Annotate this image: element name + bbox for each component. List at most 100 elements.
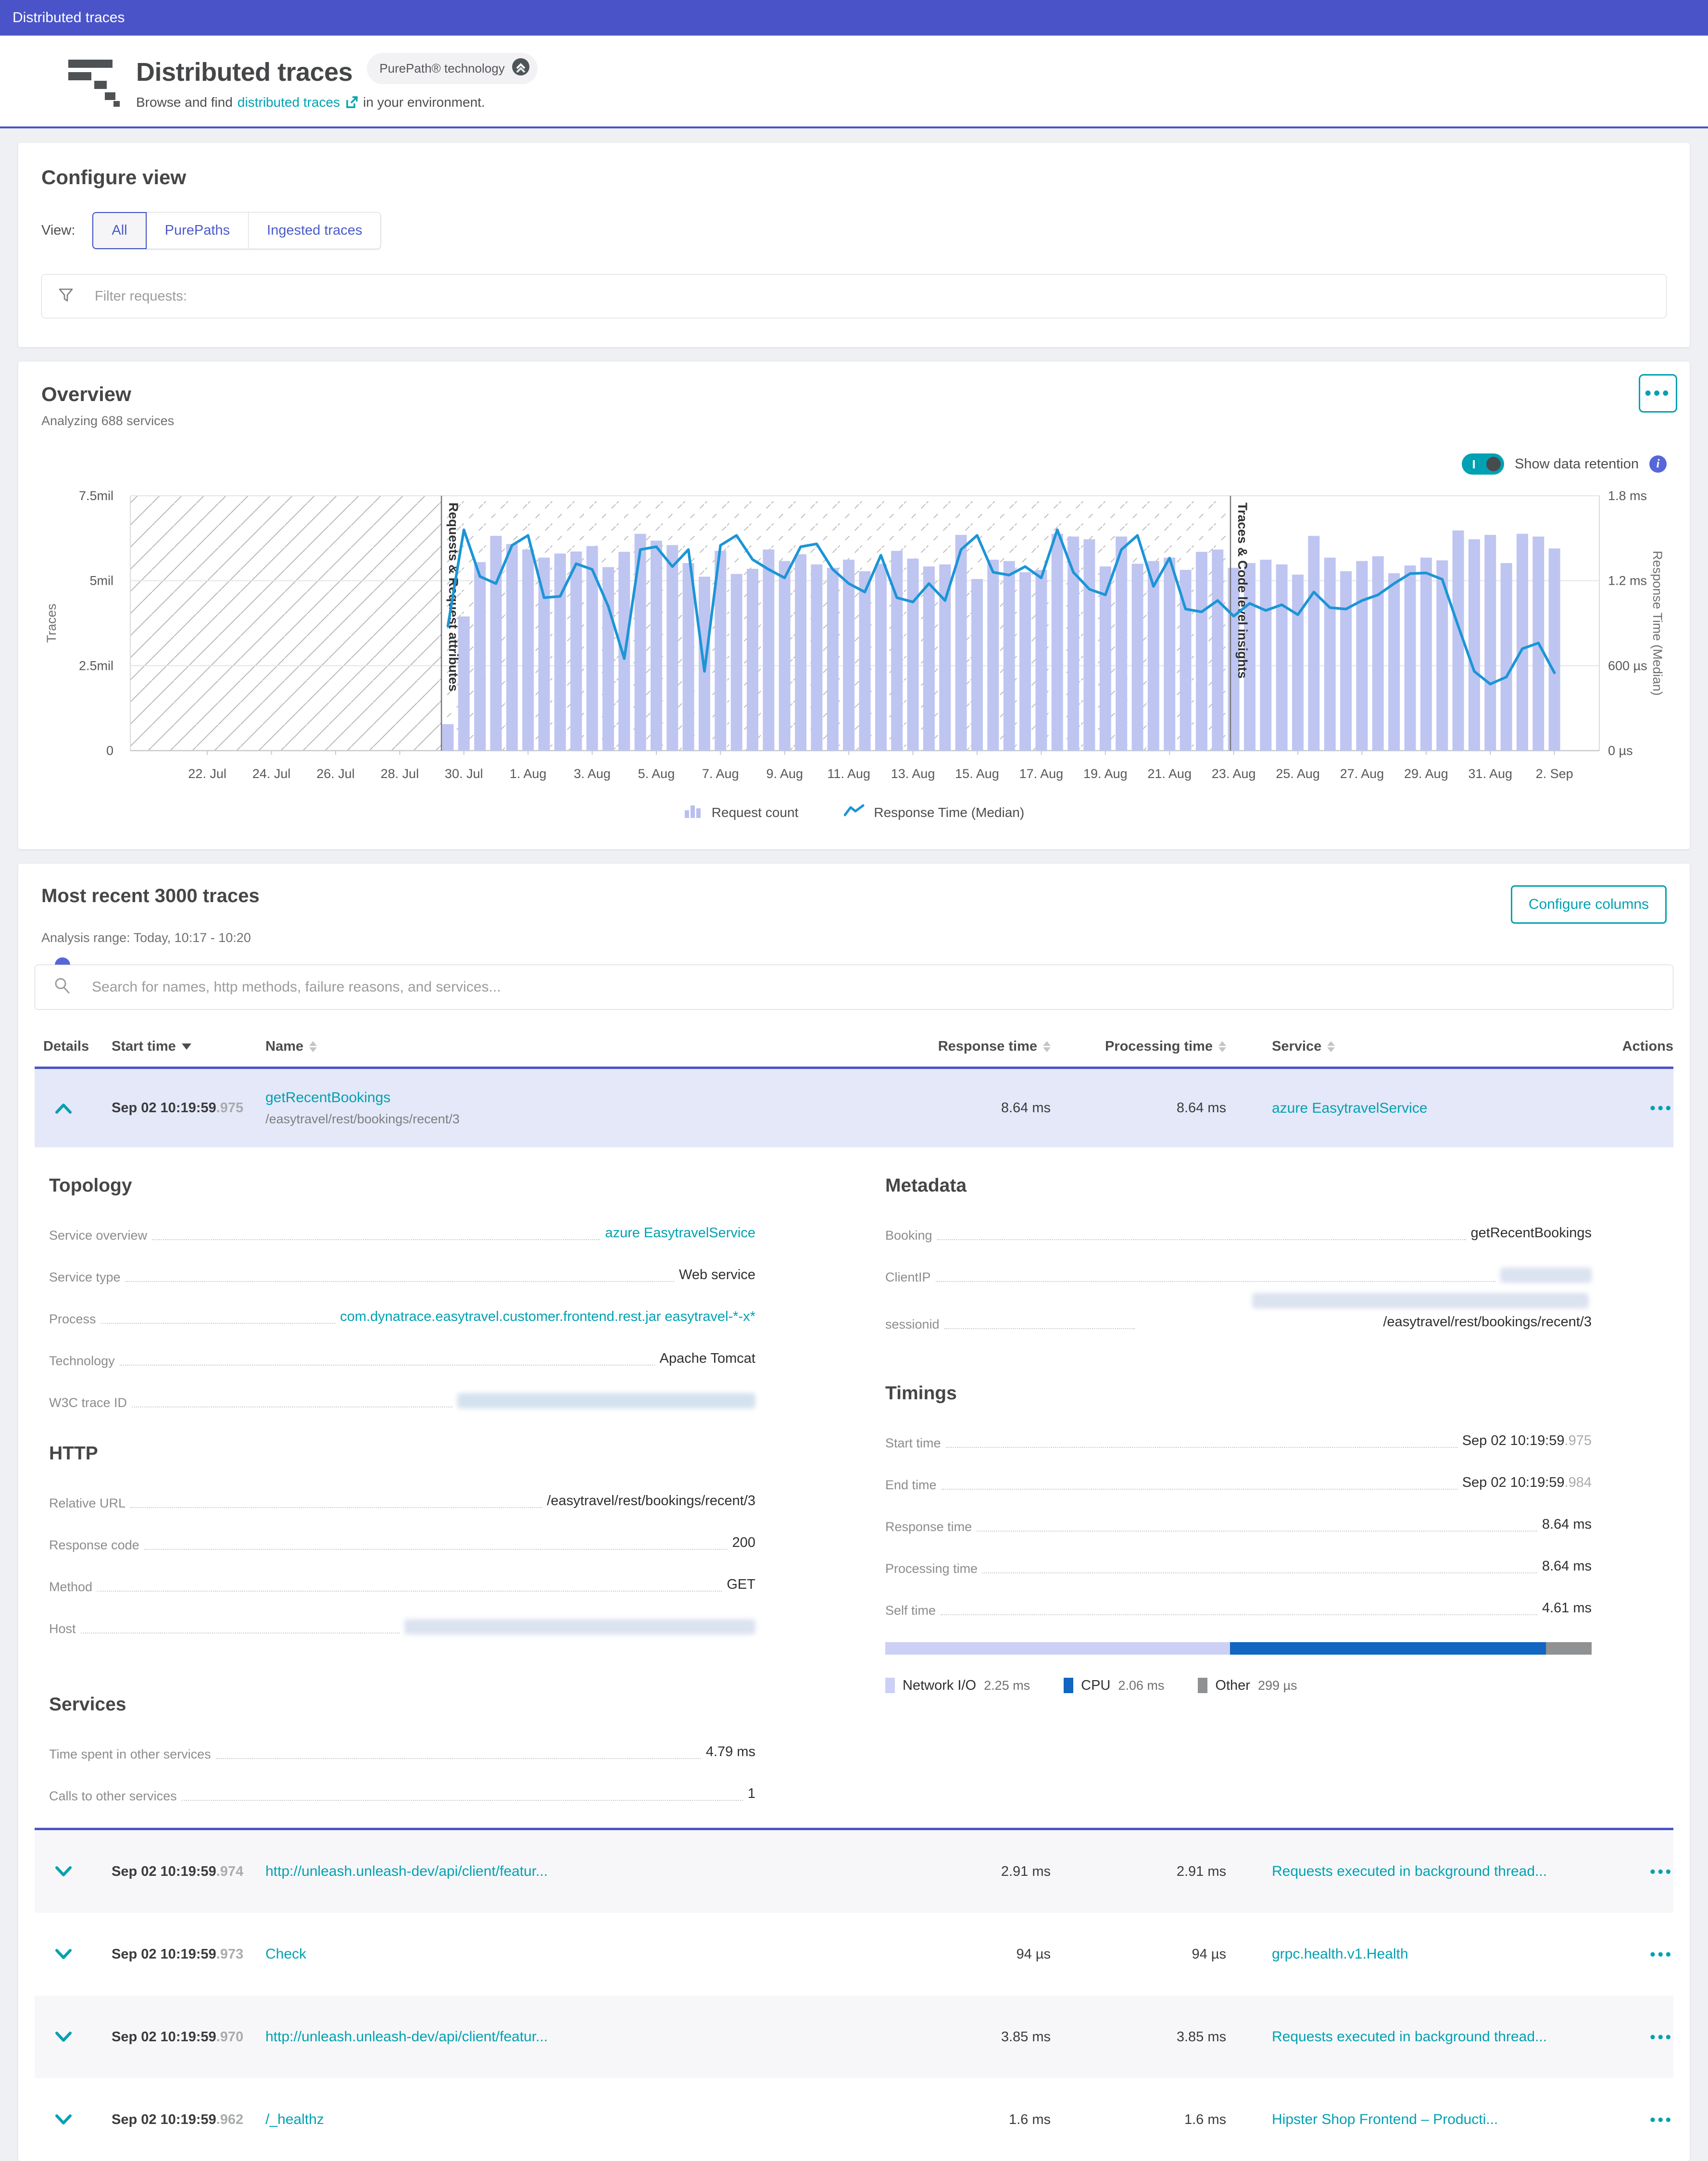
svg-text:21. Aug: 21. Aug <box>1147 766 1192 781</box>
trace-processing-time: 8.64 ms <box>1051 1100 1226 1116</box>
row-actions-button[interactable]: ••• <box>1640 1946 1673 1963</box>
configure-view-card: Configure view View: All PurePaths Inges… <box>18 143 1690 347</box>
purepath-icon <box>512 58 530 79</box>
trace-service-link[interactable]: Requests executed in background thread..… <box>1272 2029 1547 2045</box>
row-actions-button[interactable]: ••• <box>1640 2028 1673 2046</box>
configure-columns-button[interactable]: Configure columns <box>1511 885 1667 924</box>
row-actions-button[interactable]: ••• <box>1640 1863 1673 1881</box>
view-option-all[interactable]: All <box>92 212 146 249</box>
chevron-down-icon[interactable] <box>54 2113 73 2126</box>
traces-overview-chart[interactable]: Requests & Request attributesTraces & Co… <box>41 481 1667 795</box>
col-service[interactable]: Service <box>1226 1039 1640 1055</box>
trace-name-link[interactable]: /_healthz <box>265 2111 324 2127</box>
show-data-retention-label: Show data retention <box>1515 456 1639 472</box>
trace-path: /easytravel/rest/bookings/recent/3 <box>265 1112 854 1127</box>
col-start-time[interactable]: Start time <box>92 1039 265 1055</box>
detail-row: sessionid /easytravel/rest/bookings/rece… <box>885 1290 1592 1337</box>
detail-row: Calls to other services 1 <box>49 1767 755 1809</box>
top-app-bar: Distributed traces <box>0 0 1708 36</box>
filter-funnel-icon <box>58 287 74 306</box>
trace-response-time: 2.91 ms <box>854 1864 1051 1880</box>
view-option-ingested-traces[interactable]: Ingested traces <box>248 212 381 249</box>
detail-row: Self time 4.61 ms <box>885 1581 1592 1623</box>
detail-row: Booking getRecentBookings <box>885 1206 1592 1248</box>
chevron-down-icon[interactable] <box>54 2031 73 2043</box>
trace-service-link[interactable]: azure EasytravelService <box>1272 1100 1427 1116</box>
process-link[interactable]: com.dynatrace.easytravel.customer.fronte… <box>340 1309 755 1324</box>
row-actions-button[interactable]: ••• <box>1640 1099 1673 1117</box>
analysis-range: Analysis range: Today, 10:17 - 10:20 <box>35 930 1673 945</box>
traces-table-header: Details Start time Name Response time Pr… <box>35 1026 1673 1067</box>
redacted-value <box>1500 1268 1592 1283</box>
external-link-icon[interactable] <box>345 96 358 109</box>
table-row[interactable]: Sep 02 10:19:59.974 http://unleash.unlea… <box>35 1830 1673 1913</box>
detail-row: Response time 8.64 ms <box>885 1497 1592 1539</box>
trace-name-link[interactable]: http://unleash.unleash-dev/api/client/fe… <box>265 2029 548 2045</box>
timings-title: Timings <box>885 1383 1592 1404</box>
trace-name-link[interactable]: Check <box>265 1946 306 1962</box>
timings-bar-segment <box>1546 1642 1592 1655</box>
toggle-on-mark <box>1473 460 1475 468</box>
table-row[interactable]: Sep 02 10:19:59.970 http://unleash.unlea… <box>35 1996 1673 2078</box>
svg-text:5mil: 5mil <box>89 574 113 588</box>
chevron-down-icon[interactable] <box>54 1948 73 1960</box>
cpu-swatch <box>1064 1678 1073 1693</box>
col-processing-time[interactable]: Processing time <box>1051 1039 1226 1055</box>
table-row[interactable]: Sep 02 10:19:59.962 /_healthz 1.6 ms 1.6… <box>35 2078 1673 2161</box>
toggle-knob <box>1486 457 1501 471</box>
recent-traces-title: Most recent 3000 traces <box>41 885 260 907</box>
page-subtitle: Browse and find distributed traces in yo… <box>136 95 538 110</box>
overview-title: Overview <box>41 383 1667 406</box>
detail-row: Service overview azure EasytravelService <box>49 1206 755 1248</box>
svg-text:29. Aug: 29. Aug <box>1404 766 1448 781</box>
chevron-up-icon[interactable] <box>54 1102 73 1115</box>
traces-search-input[interactable] <box>35 965 1673 1010</box>
svg-text:25. Aug: 25. Aug <box>1276 766 1320 781</box>
sort-icon <box>1327 1041 1335 1052</box>
svg-text:1.8 ms: 1.8 ms <box>1608 489 1647 503</box>
row-actions-button[interactable]: ••• <box>1640 2111 1673 2129</box>
trace-name-link[interactable]: getRecentBookings <box>265 1090 390 1106</box>
table-row-selected[interactable]: Sep 02 10:19:59.975 getRecentBookings /e… <box>35 1067 1673 1147</box>
trace-service-link[interactable]: Requests executed in background thread..… <box>1272 1863 1547 1879</box>
page-header: Distributed traces PurePath® technology … <box>0 36 1708 128</box>
view-option-purepaths[interactable]: PurePaths <box>146 212 249 249</box>
distributed-traces-logo-icon <box>67 53 123 110</box>
trace-response-time: 1.6 ms <box>854 2112 1051 2128</box>
legend-request-count[interactable]: Request count <box>684 803 799 822</box>
trace-name-link[interactable]: http://unleash.unleash-dev/api/client/fe… <box>265 1863 548 1879</box>
overview-subtitle: Analyzing 688 services <box>41 414 1667 428</box>
services-title: Services <box>49 1694 755 1715</box>
chevron-down-icon[interactable] <box>54 1865 73 1878</box>
svg-text:7. Aug: 7. Aug <box>702 766 739 781</box>
svg-text:0 µs: 0 µs <box>1608 743 1633 758</box>
col-response-time[interactable]: Response time <box>854 1039 1051 1055</box>
table-row[interactable]: Sep 02 10:19:59.973 Check 94 µs 94 µs gr… <box>35 1913 1673 1996</box>
network-io-swatch <box>885 1678 895 1693</box>
filter-requests-input[interactable] <box>41 274 1667 318</box>
svg-text:27. Aug: 27. Aug <box>1340 766 1384 781</box>
detail-row: Host <box>49 1599 755 1641</box>
search-icon <box>53 977 72 998</box>
service-overview-link[interactable]: azure EasytravelService <box>605 1225 755 1241</box>
distributed-traces-link[interactable]: distributed traces <box>238 95 340 110</box>
show-data-retention-toggle[interactable] <box>1462 453 1504 475</box>
svg-text:600 µs: 600 µs <box>1608 658 1647 673</box>
svg-text:5. Aug: 5. Aug <box>638 766 675 781</box>
trace-service-link[interactable]: Hipster Shop Frontend – Producti... <box>1272 2111 1498 2127</box>
sort-icon <box>1218 1041 1226 1052</box>
trace-service-link[interactable]: grpc.health.v1.Health <box>1272 1946 1408 1962</box>
legend-response-time[interactable]: Response Time (Median) <box>844 804 1024 821</box>
svg-text:9. Aug: 9. Aug <box>766 766 803 781</box>
trace-start-time: Sep 02 10:19:59.970 <box>92 2029 265 2045</box>
configure-view-title: Configure view <box>41 166 1667 189</box>
overview-card: ••• Overview Analyzing 688 services Show… <box>18 362 1690 849</box>
col-name[interactable]: Name <box>265 1039 854 1055</box>
svg-text:22. Jul: 22. Jul <box>188 766 226 781</box>
svg-text:7.5mil: 7.5mil <box>79 489 113 503</box>
http-title: HTTP <box>49 1443 755 1464</box>
overview-more-actions-button[interactable]: ••• <box>1639 374 1677 413</box>
view-segmented-control: All PurePaths Ingested traces <box>92 212 381 249</box>
svg-text:28. Jul: 28. Jul <box>381 766 419 781</box>
info-icon[interactable]: i <box>1649 455 1667 473</box>
